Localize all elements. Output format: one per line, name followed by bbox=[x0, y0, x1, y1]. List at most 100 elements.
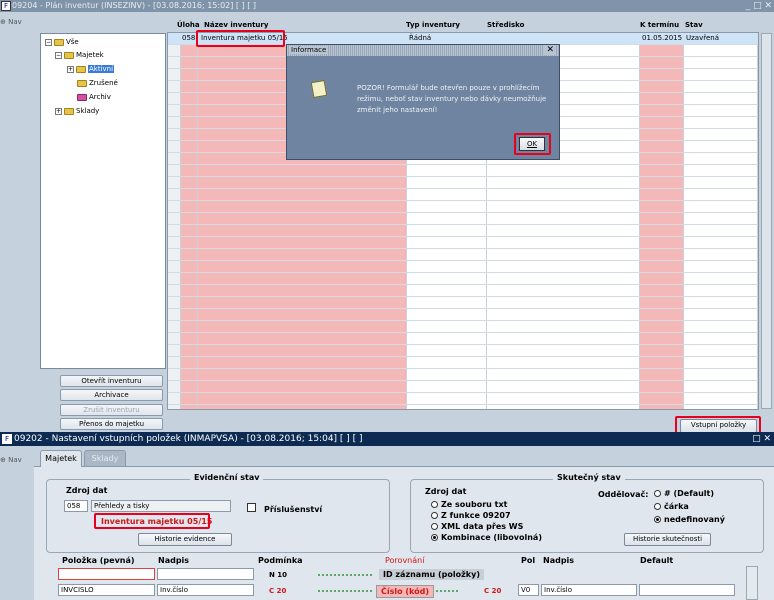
table-row[interactable] bbox=[168, 213, 758, 225]
header-nadpis: Nadpis bbox=[158, 556, 190, 565]
header-nadpis2: Nadpis bbox=[543, 556, 575, 565]
tree-node-vse[interactable]: − Vše bbox=[45, 38, 79, 46]
table-row[interactable] bbox=[168, 261, 758, 273]
table-row[interactable] bbox=[168, 381, 758, 393]
history-actual-button[interactable]: Historie skutečnosti bbox=[624, 533, 711, 546]
table-row[interactable] bbox=[168, 357, 758, 369]
compare-value: ID záznamu (položky) bbox=[379, 569, 484, 580]
collapse-icon[interactable]: − bbox=[55, 51, 62, 59]
tab-sklady[interactable]: Sklady bbox=[84, 450, 126, 467]
radio-default[interactable]: # (Default) bbox=[654, 489, 714, 498]
highlight-inventory-name bbox=[196, 30, 285, 47]
tree-label: Zrušené bbox=[89, 79, 118, 87]
radio-label: Ze souboru txt bbox=[441, 500, 508, 509]
nav-toggle[interactable]: ⊕ Nav bbox=[0, 18, 30, 26]
item-field[interactable] bbox=[58, 568, 155, 580]
source-label: Zdroj dat bbox=[66, 486, 108, 495]
expand-icon[interactable]: + bbox=[55, 107, 62, 115]
caption-field[interactable]: Inv.číslo bbox=[157, 584, 254, 596]
radio-icon[interactable] bbox=[431, 534, 438, 541]
expand-icon[interactable]: + bbox=[67, 65, 74, 73]
tree-node-majetek[interactable]: − Majetek bbox=[55, 51, 104, 59]
folder-icon bbox=[64, 51, 74, 59]
table-row[interactable] bbox=[168, 297, 758, 309]
table-row[interactable] bbox=[168, 321, 758, 333]
default-field[interactable] bbox=[639, 584, 735, 596]
window-controls[interactable]: □ ✕ bbox=[752, 432, 771, 446]
collapse-icon[interactable]: − bbox=[45, 38, 52, 46]
col-header-stredisko[interactable]: Středisko bbox=[487, 19, 524, 31]
col-header-typ[interactable]: Typ inventury bbox=[406, 19, 460, 31]
source-name-field[interactable]: Přehledy a tisky bbox=[91, 500, 231, 512]
archive-folder-icon bbox=[77, 93, 87, 101]
archive-button[interactable]: Archivace bbox=[60, 389, 163, 401]
caption2-field[interactable]: Inv.číslo bbox=[541, 584, 637, 596]
tree-view[interactable]: − Vše − Majetek + Aktivní Zrušené Archiv + S… bbox=[40, 33, 166, 369]
tree-node-sklady[interactable]: + Sklady bbox=[55, 107, 99, 115]
close-icon[interactable]: ✕ bbox=[544, 45, 556, 55]
radio-icon[interactable] bbox=[431, 512, 438, 519]
header-podminka: Podmínka bbox=[258, 556, 303, 565]
nav-toggle[interactable]: ⊕ Nav bbox=[0, 456, 30, 464]
vertical-scrollbar[interactable] bbox=[761, 33, 772, 409]
accessories-label: Příslušenství bbox=[264, 505, 323, 514]
source-code-field[interactable]: 058 bbox=[64, 500, 88, 512]
cancel-inventory-button[interactable]: Zrušit inventuru bbox=[60, 404, 163, 416]
table-row[interactable] bbox=[168, 225, 758, 237]
radio-txt[interactable]: Ze souboru txt bbox=[431, 500, 507, 509]
table-row[interactable] bbox=[168, 189, 758, 201]
dialog-title: Informace bbox=[289, 46, 329, 54]
history-evidence-button[interactable]: Historie evidence bbox=[138, 533, 232, 546]
nav-label: Nav bbox=[8, 456, 22, 464]
item-field[interactable]: INVCISLO bbox=[58, 584, 155, 596]
cell-stredisko bbox=[488, 33, 640, 44]
header-porovnani: Porovnání bbox=[385, 556, 425, 565]
table-row[interactable] bbox=[168, 201, 758, 213]
tree-node-zrusene[interactable]: Zrušené bbox=[77, 79, 118, 87]
table-row[interactable] bbox=[168, 177, 758, 189]
table-row[interactable] bbox=[168, 393, 758, 405]
folder-icon bbox=[76, 65, 86, 73]
radio-icon[interactable] bbox=[654, 503, 661, 510]
radio-label: nedefinovaný bbox=[664, 515, 725, 524]
tab-majetek[interactable]: Majetek bbox=[40, 450, 82, 467]
col-header-termin[interactable]: K termínu bbox=[640, 19, 679, 31]
radio-kombinace[interactable]: Kombinace (libovolná) bbox=[431, 533, 542, 542]
accessories-checkbox[interactable] bbox=[247, 503, 256, 512]
tree-node-aktivni[interactable]: + Aktivní bbox=[67, 65, 115, 73]
radio-icon[interactable] bbox=[654, 516, 661, 523]
table-row[interactable] bbox=[168, 249, 758, 261]
window-controls[interactable]: _ □ ✕ bbox=[746, 0, 772, 12]
dialog-message: POZOR! Formulář bude otevřen pouze v pro… bbox=[357, 84, 547, 114]
radio-icon[interactable] bbox=[654, 490, 661, 497]
table-row[interactable] bbox=[168, 345, 758, 357]
tree-node-archiv[interactable]: Archiv bbox=[77, 93, 111, 101]
caption-field[interactable] bbox=[157, 568, 254, 580]
info-dialog: Informace ✕ POZOR! Formulář bude otevřen … bbox=[286, 44, 560, 160]
radio-xml[interactable]: XML data přes WS bbox=[431, 522, 523, 531]
transfer-to-assets-button[interactable]: Přenos do majetku bbox=[60, 418, 163, 430]
radio-nedefinovany[interactable]: nedefinovaný bbox=[654, 515, 725, 524]
table-row[interactable] bbox=[168, 285, 758, 297]
open-inventory-button[interactable]: Otevřít inventuru bbox=[60, 375, 163, 387]
radio-09207[interactable]: Z funkce 09207 bbox=[431, 511, 511, 520]
radio-carka[interactable]: čárka bbox=[654, 502, 689, 511]
table-row[interactable] bbox=[168, 273, 758, 285]
table-row[interactable] bbox=[168, 237, 758, 249]
dotted-connector bbox=[318, 590, 372, 592]
table-row[interactable] bbox=[168, 333, 758, 345]
header-pol: Pol bbox=[521, 556, 536, 565]
dotted-connector bbox=[318, 574, 372, 576]
pol-field[interactable]: V0 bbox=[518, 584, 539, 596]
separator-label: Oddělovač: bbox=[598, 490, 649, 499]
mapping-scrollbar[interactable] bbox=[746, 566, 758, 600]
dialog-title-bar: Informace ✕ bbox=[287, 45, 559, 56]
col-header-stav[interactable]: Stav bbox=[685, 19, 703, 31]
radio-label: XML data přes WS bbox=[441, 522, 524, 531]
radio-icon[interactable] bbox=[431, 523, 438, 530]
table-row[interactable] bbox=[168, 369, 758, 381]
compare-value: Číslo (kód) bbox=[376, 585, 435, 598]
table-row[interactable] bbox=[168, 165, 758, 177]
radio-icon[interactable] bbox=[431, 501, 438, 508]
table-row[interactable] bbox=[168, 309, 758, 321]
